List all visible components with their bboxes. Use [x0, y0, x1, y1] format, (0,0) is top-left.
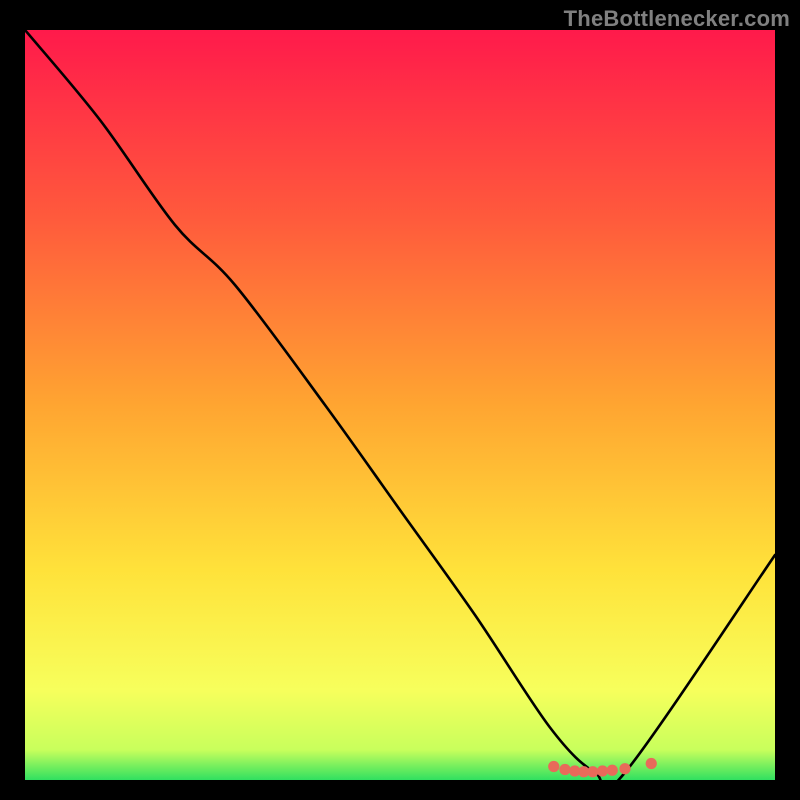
chart-frame: TheBottlenecker.com: [0, 0, 800, 800]
highlight-point: [646, 758, 657, 769]
plot-area: [25, 30, 775, 770]
highlight-point: [597, 765, 608, 776]
bottleneck-curve: [25, 30, 775, 780]
highlight-markers: [548, 758, 657, 778]
highlight-point: [607, 765, 618, 776]
highlight-point: [548, 761, 559, 772]
watermark-text: TheBottlenecker.com: [564, 6, 790, 32]
highlight-point: [587, 766, 598, 777]
highlight-point: [559, 764, 570, 775]
highlight-point: [619, 763, 630, 774]
line-overlay: [25, 30, 775, 780]
